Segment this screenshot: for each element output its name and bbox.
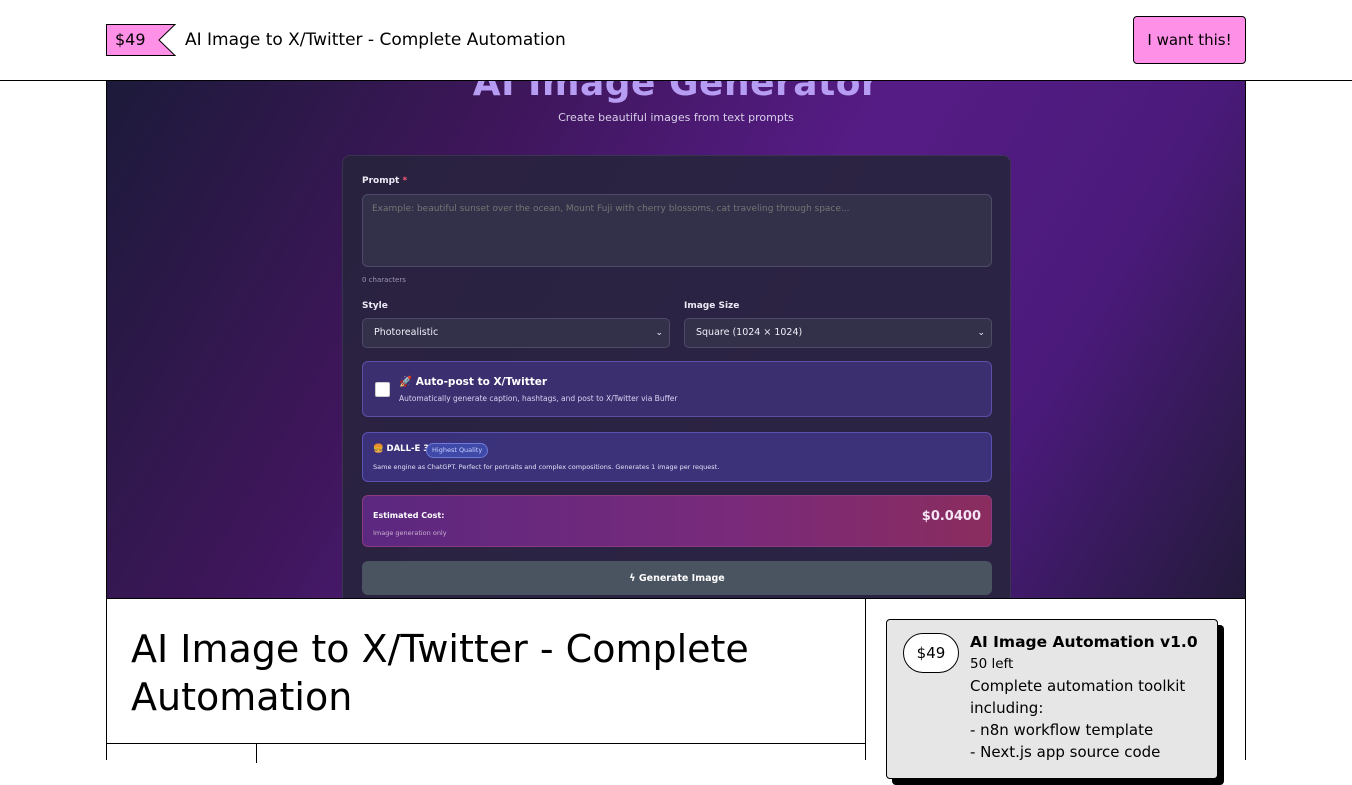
offer-card[interactable]: $49 AI Image Automation v1.0 50 left Com… (886, 619, 1218, 779)
style-select[interactable]: Photorealistic ⌄ (362, 318, 670, 348)
model-card: 🍔 DALL-E 3 Highest Quality Same engine a… (362, 432, 992, 482)
model-description: Same engine as ChatGPT. Perfect for port… (373, 463, 720, 471)
price-tag-label: $49 (106, 24, 154, 56)
product-title: AI Image to X/Twitter - Complete Automat… (131, 627, 749, 719)
chevron-down-icon: ⌄ (655, 328, 663, 338)
image-size-select[interactable]: Square (1024 × 1024) ⌄ (684, 318, 992, 348)
generate-image-button[interactable]: ϟ Generate Image (362, 561, 992, 595)
required-mark: * (402, 176, 408, 186)
generator-panel: Prompt * 0 characters Style Photorealist… (342, 155, 1011, 598)
purchase-section: $49 AI Image Automation v1.0 50 left Com… (866, 599, 1246, 785)
character-count: 0 characters (362, 276, 406, 284)
style-label: Style (362, 301, 388, 311)
image-size-label: Image Size (684, 301, 740, 311)
offer-name: AI Image Automation v1.0 (970, 633, 1198, 651)
autopost-description: Automatically generate caption, hashtags… (399, 394, 678, 403)
offer-price-badge: $49 (903, 633, 959, 673)
image-size-select-value: Square (1024 × 1024) (696, 327, 803, 338)
cover-app-title: AI Image Generator (472, 81, 880, 104)
divider (256, 743, 257, 763)
product-cover-image: AI Image Generator Create beautiful imag… (106, 81, 1246, 599)
offer-description-line: - n8n workflow template (970, 721, 1154, 739)
autopost-checkbox[interactable] (375, 382, 390, 397)
chevron-down-icon: ⌄ (977, 328, 985, 338)
prompt-label-text: Prompt (362, 176, 400, 186)
estimated-cost-note: Image generation only (373, 529, 447, 537)
offer-description: Complete automation toolkit including: -… (970, 675, 1210, 763)
style-select-value: Photorealistic (374, 327, 439, 338)
estimated-cost-value: $0.0400 (921, 509, 981, 524)
divider (107, 743, 866, 744)
prompt-label: Prompt * (362, 176, 407, 186)
lightning-icon: ϟ (629, 572, 636, 584)
header-product-title: AI Image to X/Twitter - Complete Automat… (185, 30, 566, 50)
product-info-section: AI Image to X/Twitter - Complete Automat… (106, 599, 866, 763)
i-want-this-button[interactable]: I want this! (1133, 16, 1246, 64)
price-tag: $49 (106, 24, 177, 56)
cover-app-subtitle: Create beautiful images from text prompt… (558, 111, 794, 124)
autopost-option: 🚀 Auto-post to X/Twitter Automatically g… (362, 361, 992, 417)
estimated-cost-card: Estimated Cost: Image generation only $0… (362, 495, 992, 547)
generate-image-label: Generate Image (638, 572, 725, 584)
offer-description-line: Complete automation toolkit including: (970, 677, 1186, 717)
offer-remaining: 50 left (970, 656, 1014, 672)
model-quality-badge: Highest Quality (426, 443, 489, 458)
prompt-input[interactable] (362, 194, 992, 267)
model-title: 🍔 DALL-E 3 (373, 444, 430, 454)
estimated-cost-label: Estimated Cost: (373, 511, 445, 520)
price-tag-notch-icon (153, 24, 177, 56)
top-bar: $49 AI Image to X/Twitter - Complete Aut… (0, 0, 1352, 81)
autopost-title: 🚀 Auto-post to X/Twitter (399, 376, 548, 388)
